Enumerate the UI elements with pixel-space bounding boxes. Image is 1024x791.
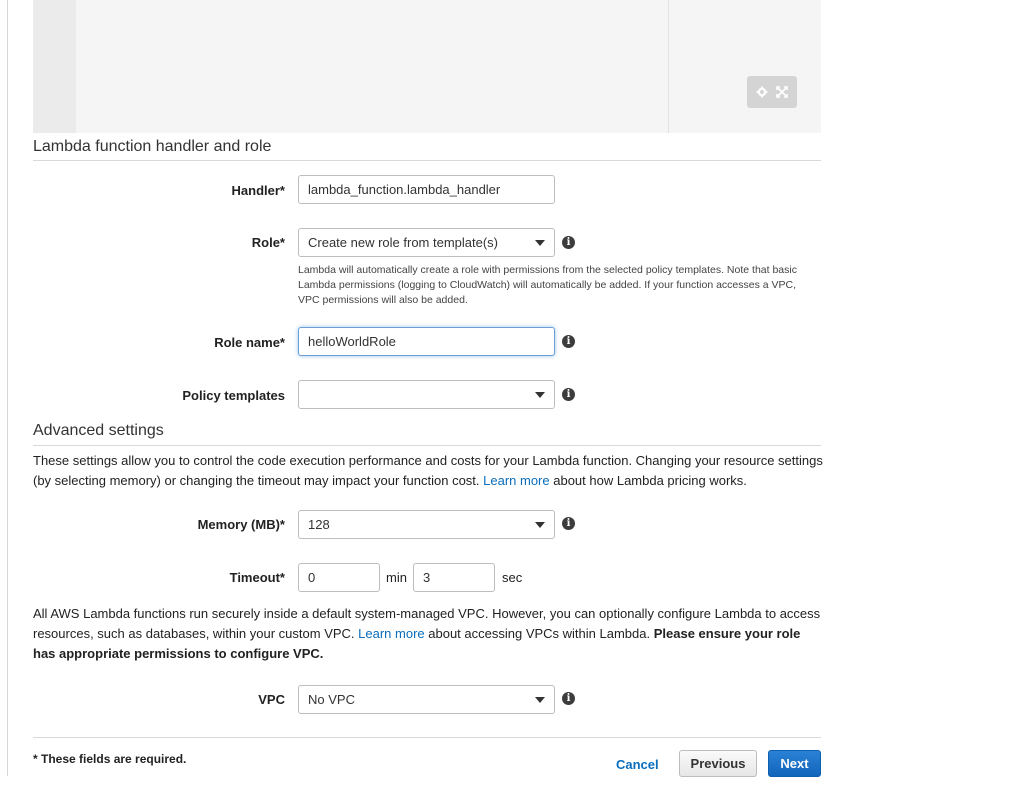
page-left-border [7,0,8,776]
info-icon[interactable]: i [562,335,575,348]
memory-value: 128 [308,517,330,532]
vpc-learn-more-link[interactable]: Learn more [358,626,424,641]
handler-label: Handler* [231,183,285,198]
vpc-label: VPC [258,692,285,707]
role-name-value: helloWorldRole [308,334,396,349]
policy-templates-label: Policy templates [182,388,285,403]
info-icon[interactable]: i [562,388,575,401]
role-name-input[interactable]: helloWorldRole [298,327,555,356]
info-icon[interactable]: i [562,692,575,705]
pricing-learn-more-link[interactable]: Learn more [483,473,549,488]
required-fields-note: * These fields are required. [33,752,187,766]
memory-label: Memory (MB)* [197,517,285,532]
timeout-min-input[interactable]: 0 [298,563,380,592]
chevron-down-icon [535,521,545,528]
section-title-advanced: Advanced settings [33,422,164,439]
editor-print-margin [668,0,669,133]
vpc-note-text-middle: about accessing VPCs within Lambda. [424,626,654,641]
advanced-description: These settings allow you to control the … [33,451,823,491]
section-title-handler-role: Lambda function handler and role [33,138,272,155]
footer-divider [33,737,821,738]
previous-button[interactable]: Previous [679,750,757,777]
handler-value: lambda_function.lambda_handler [308,182,501,197]
chevron-down-icon [535,239,545,246]
timeout-min-unit: min [386,570,407,585]
role-help-text: Lambda will automatically create a role … [298,264,797,306]
next-button[interactable]: Next [768,750,821,777]
info-icon[interactable]: i [562,517,575,530]
role-name-label: Role name* [214,335,285,350]
vpc-note: All AWS Lambda functions run securely in… [33,604,823,664]
info-icon[interactable]: i [562,236,575,249]
handler-input[interactable]: lambda_function.lambda_handler [298,175,555,204]
role-label: Role* [251,235,285,250]
timeout-sec-input[interactable]: 3 [413,563,495,592]
code-editor[interactable] [33,0,821,133]
timeout-sec-unit: sec [502,570,523,585]
expand-icon[interactable] [776,86,788,98]
memory-select[interactable]: 128 [298,510,555,539]
timeout-sec-value: 3 [423,570,431,585]
role-value: Create new role from template(s) [308,235,499,250]
editor-toolbar [747,76,797,108]
editor-gutter [33,0,76,133]
vpc-value: No VPC [308,692,355,707]
gear-icon[interactable] [756,86,768,98]
role-select[interactable]: Create new role from template(s) [298,228,555,257]
section-divider [33,445,821,446]
timeout-label: Timeout* [229,570,285,585]
timeout-min-value: 0 [308,570,316,585]
policy-templates-select[interactable] [298,380,555,409]
section-divider [33,160,821,161]
vpc-select[interactable]: No VPC [298,685,555,714]
chevron-down-icon [535,696,545,703]
chevron-down-icon [535,391,545,398]
cancel-button[interactable]: Cancel [616,757,659,772]
advanced-description-text-end: about how Lambda pricing works. [549,473,747,488]
